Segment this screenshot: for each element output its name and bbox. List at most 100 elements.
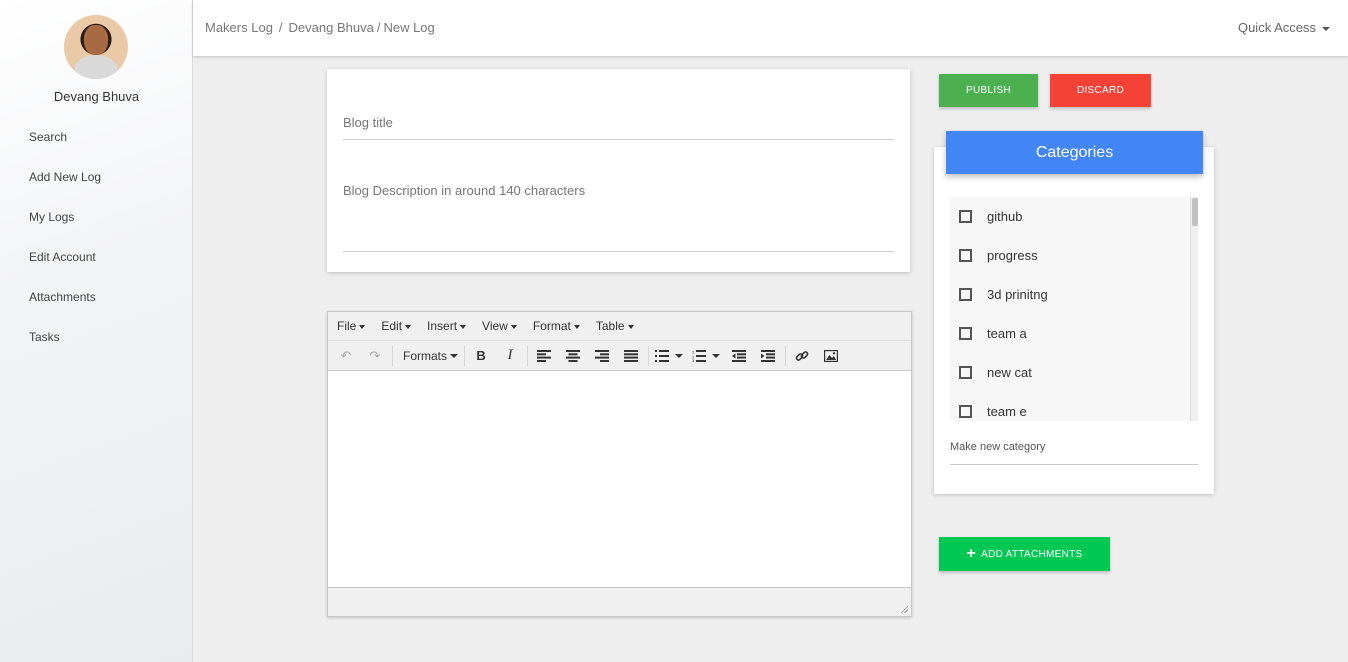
menu-insert-label: Insert xyxy=(427,319,458,333)
add-attachments-button[interactable]: + ADD ATTACHMENTS xyxy=(939,537,1110,571)
category-item-team-e[interactable]: team e xyxy=(950,392,1198,421)
publish-button[interactable]: PUBLISH xyxy=(939,74,1038,107)
new-category-input[interactable] xyxy=(950,429,1198,465)
caret-down-icon xyxy=(359,324,366,329)
sidebar-item-search[interactable]: Search xyxy=(29,129,101,169)
category-label: team e xyxy=(987,404,1027,419)
menu-format-label: Format xyxy=(532,319,571,333)
quick-access-dropdown[interactable]: Quick Access xyxy=(1238,20,1330,35)
category-label: progress xyxy=(987,248,1038,263)
category-item-3d-printing[interactable]: 3d prinitng xyxy=(950,275,1198,314)
category-label: new cat xyxy=(987,365,1032,380)
category-label: 3d prinitng xyxy=(987,287,1048,302)
bullet-list-icon[interactable] xyxy=(653,345,685,367)
checkbox[interactable] xyxy=(959,366,972,379)
plus-icon: + xyxy=(966,545,977,562)
breadcrumb-current: New Log xyxy=(383,20,435,35)
caret-down-icon xyxy=(675,353,684,358)
align-right-icon[interactable] xyxy=(590,345,614,367)
sidebar-item-tasks[interactable]: Tasks xyxy=(29,329,101,369)
category-item-progress[interactable]: progress xyxy=(950,236,1198,275)
redo-icon[interactable]: ↷ xyxy=(363,345,387,367)
toolbar-separator xyxy=(527,345,529,366)
sidebar-item-my-logs[interactable]: My Logs xyxy=(29,209,101,249)
quick-access-label: Quick Access xyxy=(1237,20,1316,35)
category-item-new-cat[interactable]: new cat xyxy=(950,353,1198,392)
align-justify-icon[interactable] xyxy=(619,345,643,367)
discard-button[interactable]: DISCARD xyxy=(1050,74,1151,107)
checkbox[interactable] xyxy=(959,249,972,262)
toolbar-separator xyxy=(785,345,787,366)
image-icon[interactable] xyxy=(819,345,843,367)
menu-view[interactable]: View xyxy=(482,319,517,333)
sidebar: Devang Bhuva Search Add New Log My Logs … xyxy=(0,0,193,662)
breadcrumb-makers-log[interactable]: Makers Log xyxy=(205,20,273,35)
blog-details-card xyxy=(327,69,910,272)
scrollbar-thumb[interactable] xyxy=(1192,198,1198,226)
menu-insert[interactable]: Insert xyxy=(427,319,467,333)
menu-view-label: View xyxy=(482,319,508,333)
menu-edit[interactable]: Edit xyxy=(381,319,412,333)
categories-header: Categories xyxy=(946,131,1203,174)
editor-toolbar: ↶ ↷ Formats B I 123 xyxy=(328,341,911,371)
category-scrollbar[interactable] xyxy=(1190,197,1198,421)
formats-dropdown[interactable]: Formats xyxy=(397,349,464,363)
caret-down-icon xyxy=(460,324,467,329)
menu-format[interactable]: Format xyxy=(533,319,580,333)
category-item-github[interactable]: github xyxy=(950,197,1198,236)
blog-title-input[interactable] xyxy=(343,105,894,140)
sidebar-nav: Search Add New Log My Logs Edit Account … xyxy=(29,129,101,369)
checkbox[interactable] xyxy=(959,210,972,223)
indent-icon[interactable] xyxy=(756,345,780,367)
checkbox[interactable] xyxy=(959,288,972,301)
caret-down-icon xyxy=(1322,26,1330,31)
menu-file[interactable]: File xyxy=(337,319,366,333)
caret-down-icon xyxy=(405,324,412,329)
menu-table[interactable]: Table xyxy=(596,319,634,333)
link-icon[interactable] xyxy=(790,345,814,367)
user-name: Devang Bhuva xyxy=(53,89,140,104)
breadcrumb-separator: / xyxy=(278,20,283,35)
categories-card: github progress 3d prinitng team a new c… xyxy=(934,147,1214,494)
top-bar: Makers Log / Devang Bhuva / New Log Quick Ac… xyxy=(193,0,1348,56)
checkbox[interactable] xyxy=(959,327,972,340)
align-center-icon[interactable] xyxy=(561,345,585,367)
category-label: team a xyxy=(987,326,1027,341)
menu-edit-label: Edit xyxy=(381,319,403,333)
blog-description-input[interactable] xyxy=(343,177,894,252)
caret-down-icon xyxy=(627,324,634,329)
editor-menubar: File Edit Insert View Format Table xyxy=(328,312,911,341)
breadcrumb-separator: / xyxy=(376,20,381,35)
category-list: github progress 3d prinitng team a new c… xyxy=(950,197,1198,421)
add-attachments-label: ADD ATTACHMENTS xyxy=(981,548,1083,560)
menu-file-label: File xyxy=(337,319,357,333)
toolbar-separator xyxy=(392,345,393,366)
category-item-team-a[interactable]: team a xyxy=(950,314,1198,353)
bold-icon[interactable]: B xyxy=(469,345,493,367)
checkbox[interactable] xyxy=(959,405,972,418)
numbered-list-icon[interactable]: 123 xyxy=(690,345,722,367)
italic-icon[interactable]: I xyxy=(498,345,522,367)
svg-text:3: 3 xyxy=(692,358,695,362)
breadcrumb: Makers Log / Devang Bhuva / New Log xyxy=(205,20,435,35)
toolbar-separator xyxy=(464,345,466,366)
sidebar-item-edit-account[interactable]: Edit Account xyxy=(29,249,101,289)
editor-statusbar xyxy=(328,587,911,616)
caret-down-icon xyxy=(573,324,580,329)
editor-content-area[interactable] xyxy=(328,372,911,588)
sidebar-item-add-new-log[interactable]: Add New Log xyxy=(29,169,101,209)
undo-icon[interactable]: ↶ xyxy=(334,345,358,367)
caret-down-icon xyxy=(712,353,721,358)
rich-text-editor: File Edit Insert View Format Table ↶ ↷ F… xyxy=(327,311,912,617)
menu-table-label: Table xyxy=(595,319,625,333)
breadcrumb-user[interactable]: Devang Bhuva xyxy=(289,20,374,35)
sidebar-item-attachments[interactable]: Attachments xyxy=(29,289,101,329)
formats-label: Formats xyxy=(403,348,448,363)
align-left-icon[interactable] xyxy=(532,345,556,367)
caret-down-icon xyxy=(510,324,517,329)
caret-down-icon xyxy=(450,353,459,358)
outdent-icon[interactable] xyxy=(727,345,751,367)
toolbar-separator xyxy=(648,345,650,366)
resize-handle-icon[interactable] xyxy=(900,605,908,613)
avatar[interactable] xyxy=(64,15,128,79)
